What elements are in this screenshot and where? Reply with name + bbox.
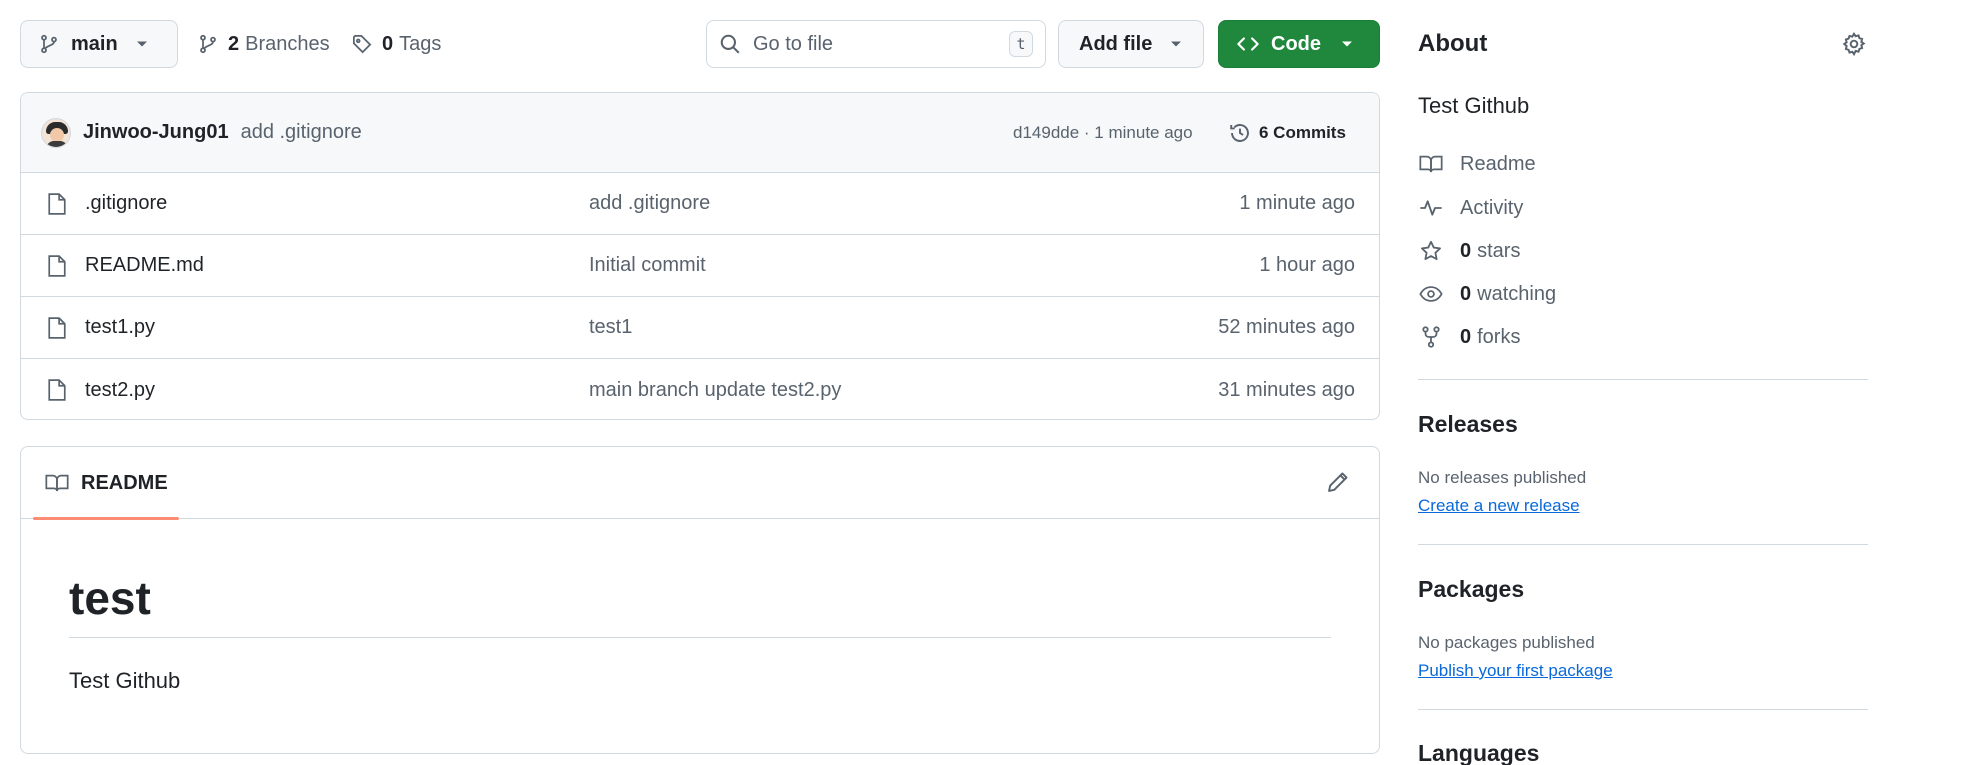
file-commit-link[interactable]: test1 xyxy=(589,316,632,339)
gear-icon[interactable] xyxy=(1842,32,1866,56)
file-row[interactable]: README.md Initial commit 1 hour ago xyxy=(21,235,1379,297)
file-name-link[interactable]: .gitignore xyxy=(85,192,167,215)
book-icon xyxy=(1418,154,1444,174)
readme-header: README xyxy=(21,447,1379,520)
branch-icon xyxy=(39,34,59,54)
readme-paragraph: Test Github xyxy=(69,668,181,693)
code-button[interactable]: Code xyxy=(1218,20,1380,68)
tag-icon xyxy=(352,34,372,54)
repo-description: Test Github xyxy=(1418,93,1530,118)
tab-readme[interactable]: README xyxy=(33,447,179,520)
latest-commit-bar: Jinwoo-Jung01 add .gitignore d149dde · 1… xyxy=(21,93,1379,173)
file-commit-date: 1 hour ago xyxy=(1259,254,1355,276)
file-icon xyxy=(47,192,67,216)
about-readme-link[interactable]: Readme xyxy=(1418,150,1536,178)
branches-link[interactable]: 2 Branches xyxy=(198,20,330,68)
readme-heading: test xyxy=(69,575,1331,638)
file-icon xyxy=(47,254,67,278)
file-icon xyxy=(47,378,67,402)
releases-empty-note: No releases published xyxy=(1418,468,1587,487)
about-forks-link[interactable]: 0 forks xyxy=(1418,323,1520,351)
file-browser: Jinwoo-Jung01 add .gitignore d149dde · 1… xyxy=(20,92,1380,420)
fork-icon xyxy=(1418,326,1444,348)
star-icon xyxy=(1418,240,1444,262)
file-commit-link[interactable]: add .gitignore xyxy=(589,192,710,215)
code-icon xyxy=(1237,35,1259,53)
chevron-down-icon xyxy=(1170,40,1182,48)
keyboard-shortcut-hint: t xyxy=(1009,31,1033,57)
commits-count-label: 6 Commits xyxy=(1259,122,1346,142)
add-file-label: Add file xyxy=(1079,32,1153,55)
branch-name: main xyxy=(71,32,118,55)
pulse-icon xyxy=(1418,198,1444,218)
search-placeholder: Go to file xyxy=(753,32,834,55)
languages-heading: Languages xyxy=(1418,740,1540,765)
file-commit-date: 52 minutes ago xyxy=(1218,316,1355,338)
about-watching-link[interactable]: 0 watching xyxy=(1418,280,1556,308)
packages-empty-note: No packages published xyxy=(1418,633,1595,652)
file-commit-date: 1 minute ago xyxy=(1239,192,1355,214)
tags-label: Tags xyxy=(399,32,442,55)
commits-history-link[interactable]: 6 Commits xyxy=(1229,122,1346,144)
go-to-file-search[interactable]: Go to file t xyxy=(706,20,1046,68)
create-release-link[interactable]: Create a new release xyxy=(1418,496,1580,516)
chevron-down-icon xyxy=(136,40,148,48)
tags-link[interactable]: 0 Tags xyxy=(352,20,441,68)
active-tab-underline xyxy=(33,517,179,520)
branch-selector-button[interactable]: main xyxy=(20,20,178,68)
commit-message-link[interactable]: add .gitignore xyxy=(241,121,362,144)
branch-icon xyxy=(198,34,218,54)
releases-heading[interactable]: Releases xyxy=(1418,411,1518,438)
readme-content: test Test Github xyxy=(21,575,1379,694)
packages-heading[interactable]: Packages xyxy=(1418,576,1524,603)
about-heading: About xyxy=(1418,30,1488,57)
add-file-button[interactable]: Add file xyxy=(1058,20,1204,68)
file-name-link[interactable]: test1.py xyxy=(85,316,155,339)
file-row[interactable]: test2.py main branch update test2.py 31 … xyxy=(21,359,1379,419)
about-item-count: 0 xyxy=(1460,239,1472,262)
section-divider xyxy=(1418,379,1868,380)
commit-author-link[interactable]: Jinwoo-Jung01 xyxy=(83,121,229,144)
readme-panel: README test Test Github xyxy=(20,446,1380,754)
file-row[interactable]: test1.py test1 52 minutes ago xyxy=(21,297,1379,359)
section-divider xyxy=(1418,544,1868,545)
eye-icon xyxy=(1418,284,1444,304)
section-divider xyxy=(1418,709,1868,710)
readme-tab-label: README xyxy=(81,471,168,494)
about-item-label: Readme xyxy=(1460,152,1536,175)
file-row[interactable]: .gitignore add .gitignore 1 minute ago xyxy=(21,173,1379,235)
file-commit-date: 31 minutes ago xyxy=(1218,378,1355,401)
about-activity-link[interactable]: Activity xyxy=(1418,194,1523,222)
code-label: Code xyxy=(1271,32,1321,55)
file-name-link[interactable]: README.md xyxy=(85,254,204,277)
commit-hash-time[interactable]: d149dde · 1 minute ago xyxy=(1013,123,1193,143)
about-item-label: watching xyxy=(1477,282,1557,305)
tags-count: 0 xyxy=(382,32,394,55)
about-item-label: forks xyxy=(1477,325,1521,348)
branches-label: Branches xyxy=(245,32,330,55)
about-item-count: 0 xyxy=(1460,282,1472,305)
branches-count: 2 xyxy=(228,32,240,55)
search-icon xyxy=(719,33,741,55)
about-item-label: Activity xyxy=(1460,196,1524,219)
file-commit-link[interactable]: Initial commit xyxy=(589,254,706,277)
chevron-down-icon xyxy=(1341,40,1353,48)
history-icon xyxy=(1229,122,1251,144)
about-item-label: stars xyxy=(1477,239,1521,262)
publish-package-link[interactable]: Publish your first package xyxy=(1418,661,1613,681)
file-name-link[interactable]: test2.py xyxy=(85,379,155,402)
about-stars-link[interactable]: 0 stars xyxy=(1418,237,1520,265)
avatar[interactable] xyxy=(41,117,71,148)
book-icon xyxy=(45,473,69,493)
about-item-count: 0 xyxy=(1460,325,1472,348)
pencil-icon[interactable] xyxy=(1327,471,1349,493)
file-icon xyxy=(47,316,67,340)
repo-toolbar: main 2 Branches 0 Tags Go to file t Add … xyxy=(20,20,1380,68)
file-commit-link[interactable]: main branch update test2.py xyxy=(589,379,841,402)
